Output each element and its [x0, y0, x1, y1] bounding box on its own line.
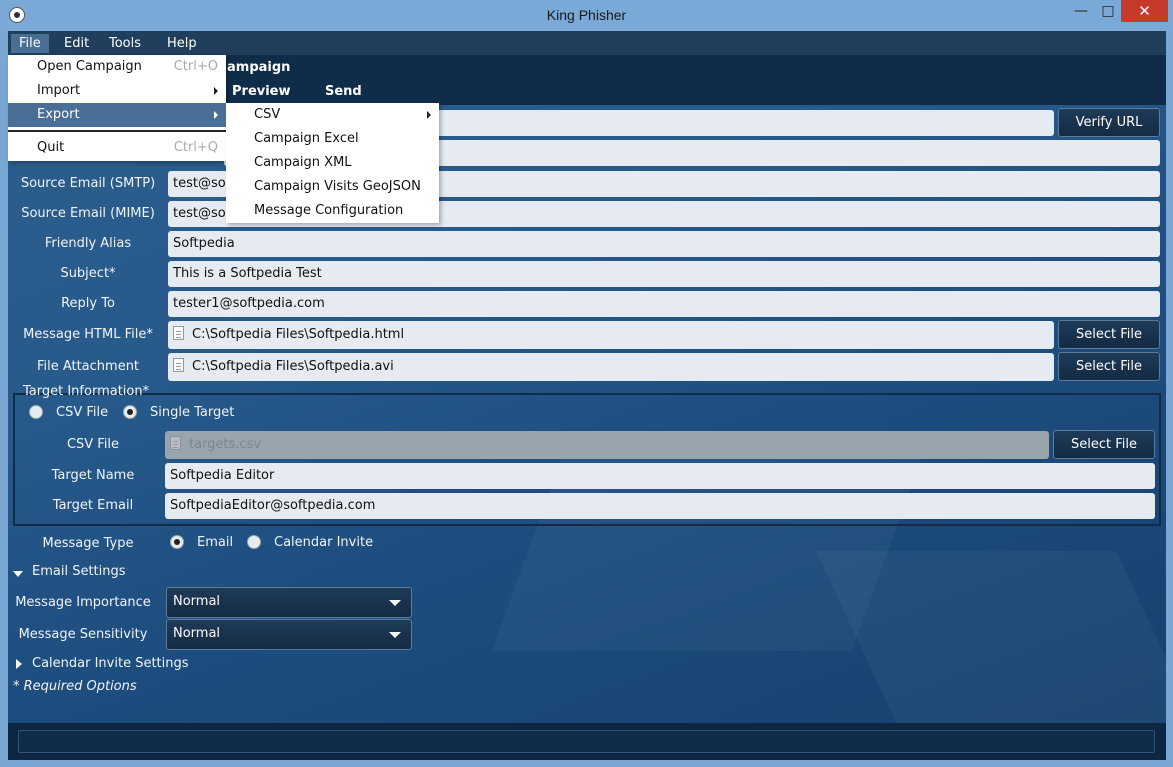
export-item-csv[interactable]: CSV [226, 103, 439, 127]
select-attachment-button[interactable]: Select File [1058, 352, 1160, 381]
source-mime-label: Source Email (MIME) [21, 206, 155, 221]
html-file-path: C:\Softpedia Files\Softpedia.html [192, 327, 405, 342]
target-information-label: Target Information* [23, 384, 150, 399]
subject-input[interactable]: This is a Softpedia Test [168, 261, 1160, 287]
message-type-email-label[interactable]: Email [197, 535, 233, 550]
single-target-radio[interactable] [123, 405, 137, 419]
submenu-arrow-icon [427, 111, 431, 119]
menu-separator [8, 130, 226, 132]
calendar-settings-expander[interactable]: Calendar Invite Settings [32, 656, 189, 671]
menu-item-quit[interactable]: Quit Ctrl+Q [8, 136, 226, 160]
importance-dropdown[interactable]: Normal [166, 587, 412, 618]
single-target-radio-label[interactable]: Single Target [150, 405, 234, 420]
export-item-message-configuration[interactable]: Message Configuration [226, 199, 439, 223]
message-type-email-radio[interactable] [170, 535, 184, 549]
open-campaign-shortcut: Ctrl+O [173, 59, 218, 74]
source-smtp-label: Source Email (SMTP) [20, 176, 156, 191]
export-item-visits-geojson[interactable]: Campaign Visits GeoJSON [226, 175, 439, 199]
title-bar: King Phisher — □ ✕ [0, 0, 1173, 31]
file-icon [170, 436, 181, 450]
export-item-campaign-xml[interactable]: Campaign XML [226, 151, 439, 175]
import-label: Import [37, 83, 81, 98]
required-options-note: * Required Options [13, 679, 137, 694]
importance-label: Message Importance [15, 595, 151, 610]
attachment-path: C:\Softpedia Files\Softpedia.avi [192, 359, 394, 374]
friendly-alias-input[interactable]: Softpedia [168, 231, 1160, 257]
chevron-right-icon[interactable] [16, 659, 22, 669]
tab-preview[interactable]: Preview [232, 84, 291, 99]
target-csv-input: targets.csv [165, 431, 1049, 459]
menu-tools[interactable]: Tools [101, 34, 149, 53]
sensitivity-value: Normal [173, 626, 221, 641]
sensitivity-label: Message Sensitivity [18, 627, 148, 642]
export-csv-label: CSV [254, 107, 281, 122]
submenu-arrow-icon [214, 111, 218, 119]
menu-edit[interactable]: Edit [56, 34, 97, 53]
menu-bar: File Edit Tools Help [8, 31, 1166, 55]
campaign-title: ampaign [227, 60, 291, 75]
close-button[interactable]: ✕ [1121, 0, 1168, 22]
subject-label: Subject* [60, 266, 116, 281]
status-field [18, 730, 1155, 753]
menu-file[interactable]: File [11, 34, 49, 53]
chevron-down-icon [389, 600, 401, 606]
quit-label: Quit [37, 140, 65, 155]
export-submenu: CSV Campaign Excel Campaign XML Campaign… [226, 103, 439, 223]
message-type-calendar-radio[interactable] [247, 535, 261, 549]
target-csv-label: CSV File [66, 437, 120, 452]
message-type-label: Message Type [42, 536, 134, 551]
target-email-input[interactable]: SoftpediaEditor@softpedia.com [165, 493, 1155, 519]
submenu-arrow-icon [214, 87, 218, 95]
background-facet [816, 551, 1166, 731]
sensitivity-dropdown[interactable]: Normal [166, 619, 412, 650]
attachment-label: File Attachment [36, 359, 140, 374]
email-settings-expander[interactable]: Email Settings [32, 564, 126, 579]
file-menu: Open Campaign Ctrl+O Import Export Quit … [8, 55, 226, 161]
menu-item-import[interactable]: Import [8, 79, 226, 103]
select-html-file-button[interactable]: Select File [1058, 320, 1160, 349]
menu-help[interactable]: Help [159, 34, 205, 53]
verify-url-button[interactable]: Verify URL [1058, 108, 1160, 137]
open-campaign-label: Open Campaign [37, 59, 142, 74]
reply-to-label: Reply To [61, 296, 115, 311]
file-icon [173, 326, 184, 340]
chevron-down-icon[interactable] [13, 571, 23, 577]
target-email-label: Target Email [52, 498, 134, 513]
attachment-input[interactable]: C:\Softpedia Files\Softpedia.avi [168, 353, 1054, 381]
friendly-alias-label: Friendly Alias [44, 236, 132, 251]
chevron-down-icon [389, 632, 401, 638]
select-csv-button[interactable]: Select File [1053, 430, 1155, 459]
menu-item-open-campaign[interactable]: Open Campaign Ctrl+O [8, 55, 226, 79]
importance-value: Normal [173, 594, 221, 609]
target-name-input[interactable]: Softpedia Editor [165, 463, 1155, 489]
csv-file-radio-label[interactable]: CSV File [56, 405, 108, 420]
menu-item-export[interactable]: Export [8, 103, 226, 127]
window-title: King Phisher [546, 7, 627, 23]
target-csv-path: targets.csv [189, 437, 262, 452]
html-file-label: Message HTML File* [23, 327, 153, 342]
html-file-input[interactable]: C:\Softpedia Files\Softpedia.html [168, 321, 1054, 349]
minimize-button[interactable]: — [1070, 0, 1092, 22]
quit-shortcut: Ctrl+Q [173, 140, 218, 155]
target-name-label: Target Name [51, 468, 135, 483]
export-item-campaign-excel[interactable]: Campaign Excel [226, 127, 439, 151]
status-bar [8, 723, 1166, 760]
csv-file-radio[interactable] [29, 405, 43, 419]
file-icon [173, 358, 184, 372]
maximize-button[interactable]: □ [1097, 0, 1119, 22]
tab-send[interactable]: Send [325, 84, 362, 99]
export-label: Export [37, 107, 80, 122]
reply-to-input[interactable]: tester1@softpedia.com [168, 291, 1160, 317]
message-type-calendar-label[interactable]: Calendar Invite [274, 535, 373, 550]
